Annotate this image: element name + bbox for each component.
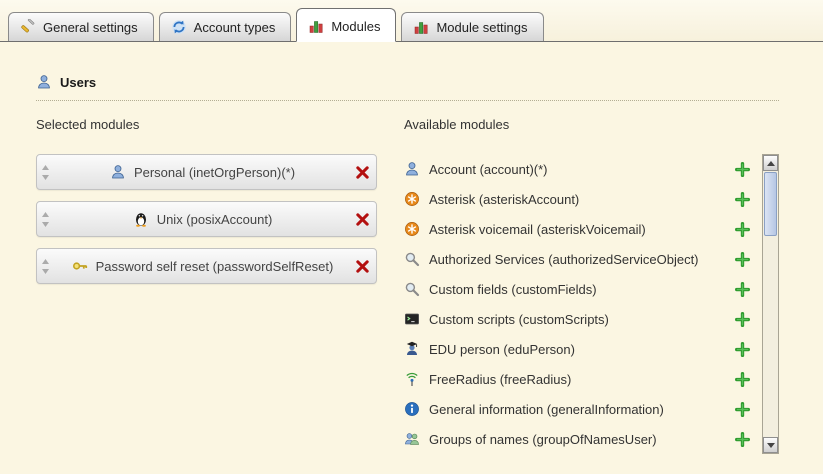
add-module-button[interactable]	[735, 432, 750, 447]
add-module-button[interactable]	[735, 312, 750, 327]
available-module-row: Asterisk (asteriskAccount)	[404, 184, 760, 214]
available-module-label: FreeRadius (freeRadius)	[429, 372, 726, 387]
tab-module-settings[interactable]: Module settings	[401, 12, 543, 41]
remove-module-button[interactable]	[355, 165, 370, 180]
magnifier-icon	[404, 251, 420, 267]
available-module-row: Custom fields (customFields)	[404, 274, 760, 304]
add-module-button[interactable]	[735, 192, 750, 207]
arrow-down-icon	[767, 443, 775, 448]
add-module-button[interactable]	[735, 342, 750, 357]
person-icon	[404, 161, 420, 177]
available-module-label: Asterisk voicemail (asteriskVoicemail)	[429, 222, 726, 237]
tab-account-types[interactable]: Account types	[159, 12, 292, 41]
tab-label: Account types	[194, 20, 276, 35]
selected-module-row[interactable]: Personal (inetOrgPerson)(*)	[36, 154, 377, 190]
add-module-button[interactable]	[735, 372, 750, 387]
chart-icon	[308, 18, 324, 34]
users-section-header: Users	[36, 74, 779, 101]
available-module-label: Account (account)(*)	[429, 162, 726, 177]
add-module-button[interactable]	[735, 402, 750, 417]
scrollbar-down-button[interactable]	[763, 437, 778, 453]
sync-icon	[171, 19, 187, 35]
available-module-row: Authorized Services (authorizedServiceOb…	[404, 244, 760, 274]
available-module-label: Custom fields (customFields)	[429, 282, 726, 297]
add-module-button[interactable]	[735, 162, 750, 177]
key-icon	[72, 258, 88, 274]
drag-handle-icon[interactable]	[41, 212, 50, 227]
info-icon	[404, 401, 420, 417]
chart-icon	[413, 19, 429, 35]
penguin-icon	[133, 211, 149, 227]
asterisk-icon	[404, 191, 420, 207]
available-module-row: Asterisk voicemail (asteriskVoicemail)	[404, 214, 760, 244]
selected-module-row[interactable]: Password self reset (passwordSelfReset)	[36, 248, 377, 284]
scrollbar-thumb[interactable]	[764, 172, 777, 236]
available-module-label: EDU person (eduPerson)	[429, 342, 726, 357]
available-modules-list: Account (account)(*) Asterisk (asteriskA…	[404, 154, 760, 454]
drag-handle-icon[interactable]	[41, 259, 50, 274]
available-module-label: Groups of names (groupOfNamesUser)	[429, 432, 726, 447]
selected-modules-heading: Selected modules	[36, 117, 377, 132]
scrollbar-up-button[interactable]	[763, 155, 778, 171]
radius-icon	[404, 371, 420, 387]
available-module-row: General information (generalInformation)	[404, 394, 760, 424]
asterisk-icon	[404, 221, 420, 237]
magnifier-icon	[404, 281, 420, 297]
user-icon	[36, 74, 52, 90]
arrow-up-icon	[767, 161, 775, 166]
add-module-button[interactable]	[735, 222, 750, 237]
tab-general-settings[interactable]: General settings	[8, 12, 154, 41]
tab-label: General settings	[43, 20, 138, 35]
remove-module-button[interactable]	[355, 259, 370, 274]
section-title: Users	[60, 75, 96, 90]
selected-module-label: Password self reset (passwordSelfReset)	[96, 259, 334, 274]
group-icon	[404, 431, 420, 447]
lam-configuration-page: General settings Account types Modules M…	[0, 0, 823, 474]
modules-panel: Users Selected modules Personal (inetOrg…	[0, 74, 823, 454]
tab-bar: General settings Account types Modules M…	[0, 0, 823, 42]
drag-handle-icon[interactable]	[41, 165, 50, 180]
available-module-row: EDU person (eduPerson)	[404, 334, 760, 364]
available-module-row: Custom scripts (customScripts)	[404, 304, 760, 334]
tab-modules[interactable]: Modules	[296, 8, 396, 42]
available-module-row: FreeRadius (freeRadius)	[404, 364, 760, 394]
available-module-row: Account (account)(*)	[404, 154, 760, 184]
add-module-button[interactable]	[735, 282, 750, 297]
available-module-row: Groups of names (groupOfNamesUser)	[404, 424, 760, 454]
script-icon	[404, 311, 420, 327]
selected-module-row[interactable]: Unix (posixAccount)	[36, 201, 377, 237]
selected-module-label: Unix (posixAccount)	[157, 212, 273, 227]
available-modules-heading: Available modules	[404, 117, 779, 132]
edu-person-icon	[404, 341, 420, 357]
available-module-label: Custom scripts (customScripts)	[429, 312, 726, 327]
available-modules-scrollbar[interactable]	[762, 154, 779, 454]
tab-label: Module settings	[436, 20, 527, 35]
add-module-button[interactable]	[735, 252, 750, 267]
tools-icon	[20, 19, 36, 35]
person-icon	[110, 164, 126, 180]
tab-label: Modules	[331, 19, 380, 34]
remove-module-button[interactable]	[355, 212, 370, 227]
available-module-label: Authorized Services (authorizedServiceOb…	[429, 252, 726, 267]
available-module-label: Asterisk (asteriskAccount)	[429, 192, 726, 207]
available-module-label: General information (generalInformation)	[429, 402, 726, 417]
selected-module-label: Personal (inetOrgPerson)(*)	[134, 165, 295, 180]
